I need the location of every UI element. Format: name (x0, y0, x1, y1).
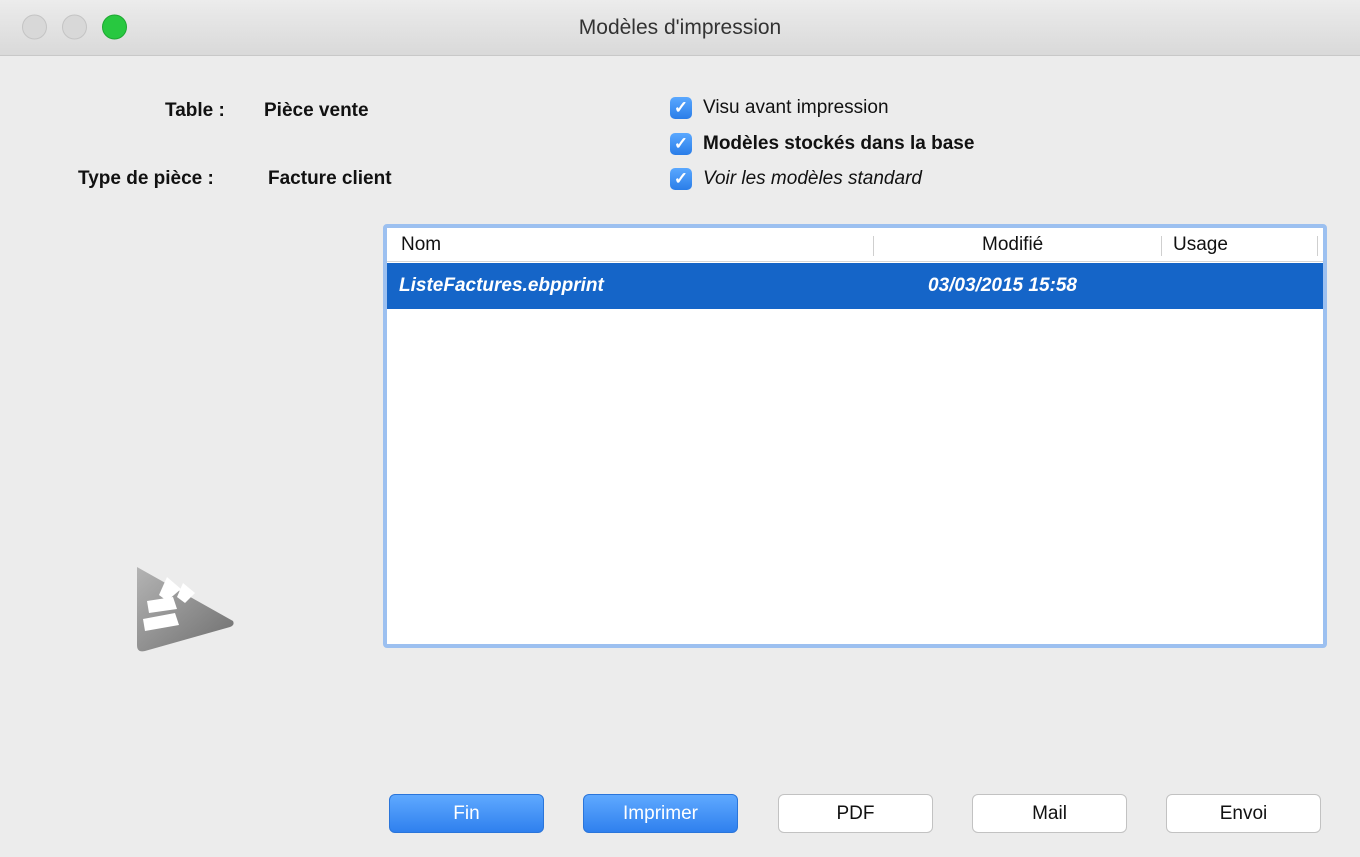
column-header-nom[interactable]: Nom (401, 228, 441, 262)
checkmark-icon[interactable]: ✓ (670, 97, 692, 119)
ebp-logo-icon (133, 563, 237, 653)
row-nom: ListeFactures.ebpprint (399, 275, 604, 296)
window-title: Modèles d'impression (578, 16, 782, 39)
show-standard-templates-option[interactable]: ✓ Voir les modèles standard (670, 165, 922, 193)
column-divider (1317, 236, 1318, 256)
column-header-modifie[interactable]: Modifié (982, 228, 1043, 262)
row-modifie: 03/03/2015 15:58 (928, 275, 1077, 296)
table-value: Pièce vente (264, 100, 369, 121)
imprimer-button[interactable]: Imprimer (583, 794, 738, 833)
preview-before-print-option[interactable]: ✓ Visu avant impression (670, 94, 889, 122)
column-header-usage[interactable]: Usage (1173, 228, 1228, 262)
templates-in-database-label: Modèles stockés dans la base (703, 133, 975, 154)
templates-list[interactable]: Nom Modifié Usage ListeFactures.ebpprint… (383, 224, 1327, 648)
title-bar: Modèles d'impression (0, 0, 1360, 56)
table-row[interactable]: ListeFactures.ebpprint 03/03/2015 15:58 (387, 263, 1323, 309)
checkmark-icon[interactable]: ✓ (670, 133, 692, 155)
list-header: Nom Modifié Usage (387, 228, 1323, 262)
templates-in-database-option[interactable]: ✓ Modèles stockés dans la base (670, 130, 974, 158)
preview-before-print-label: Visu avant impression (703, 97, 889, 118)
piece-type-value: Facture client (268, 168, 392, 189)
fin-button[interactable]: Fin (389, 794, 544, 833)
envoi-button[interactable]: Envoi (1166, 794, 1321, 833)
piece-type-label: Type de pièce : (78, 168, 214, 189)
table-label: Table : (165, 100, 225, 121)
mail-button[interactable]: Mail (972, 794, 1127, 833)
column-divider[interactable] (873, 236, 874, 256)
checkmark-icon[interactable]: ✓ (670, 168, 692, 190)
pdf-button[interactable]: PDF (778, 794, 933, 833)
print-templates-window: Modèles d'impression Table : Pièce vente… (0, 0, 1360, 857)
column-divider[interactable] (1161, 236, 1162, 256)
show-standard-templates-label: Voir les modèles standard (703, 168, 922, 189)
